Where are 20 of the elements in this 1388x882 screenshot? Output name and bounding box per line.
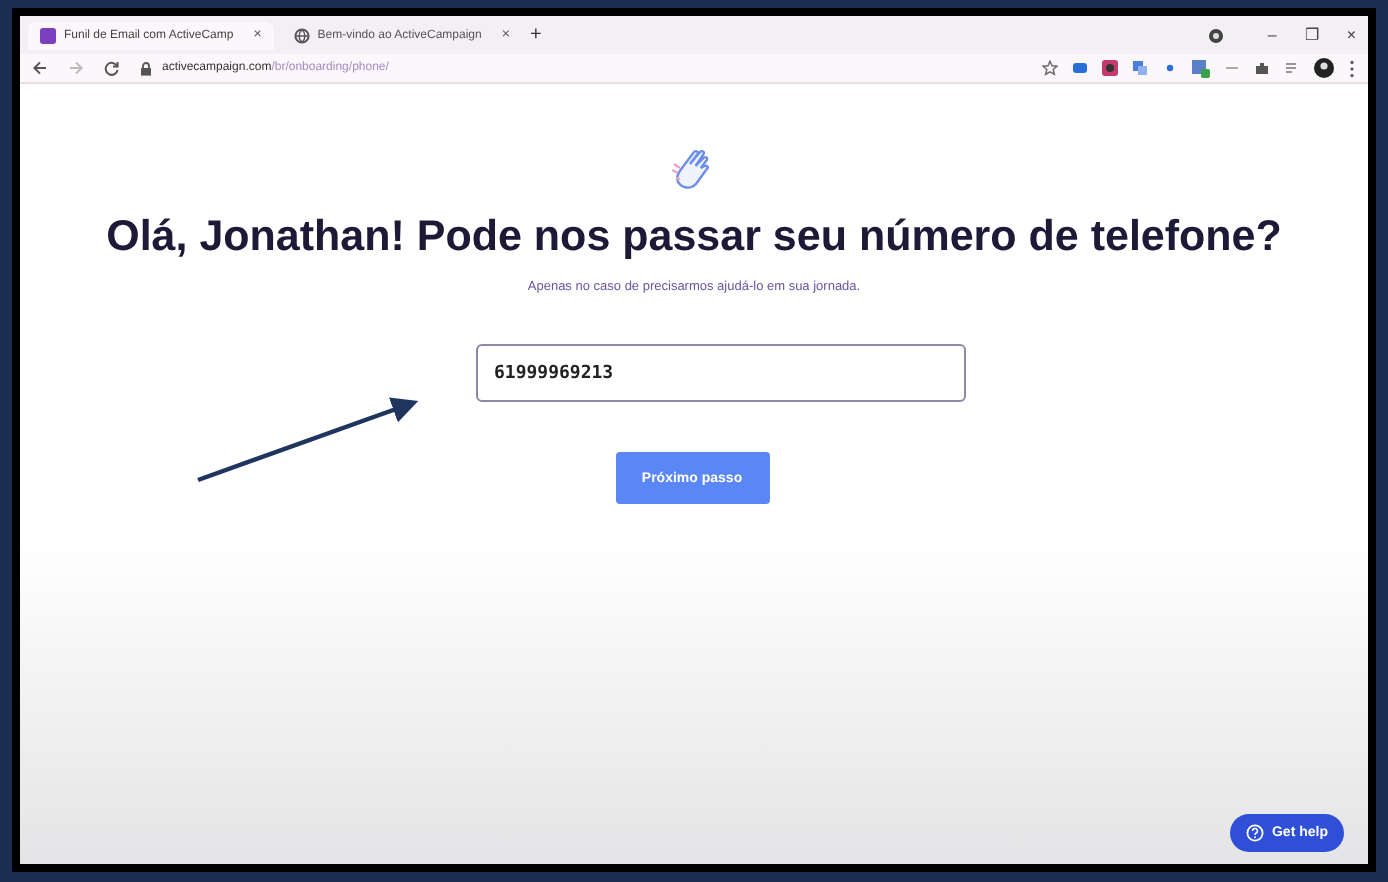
extension-icon[interactable]	[1102, 60, 1118, 76]
new-tab-button[interactable]: +	[529, 24, 542, 46]
phone-input-field[interactable]: 61999969213	[476, 344, 966, 402]
back-arrow-icon[interactable]	[32, 60, 48, 76]
extension-icon[interactable]	[1072, 60, 1088, 76]
page-heading: Olá, Jonathan! Pode nos passar seu número de telefone?	[106, 212, 1282, 262]
reload-icon[interactable]	[104, 60, 120, 76]
star-icon[interactable]	[1042, 60, 1058, 76]
avatar-icon[interactable]	[1314, 58, 1334, 78]
more-menu-icon[interactable]	[1348, 59, 1356, 77]
window-control-button[interactable]: –	[1267, 26, 1277, 44]
globe-icon	[293, 27, 310, 43]
lock-icon	[140, 61, 152, 75]
app-logo-icon	[40, 27, 56, 43]
playlist-icon[interactable]	[1284, 60, 1300, 76]
window-control-button[interactable]: ×	[1346, 26, 1356, 44]
record-icon	[1207, 27, 1224, 43]
extension-icon[interactable]	[1192, 59, 1210, 77]
window-control-button[interactable]: ❐	[1304, 26, 1319, 44]
help-icon	[1245, 824, 1264, 842]
